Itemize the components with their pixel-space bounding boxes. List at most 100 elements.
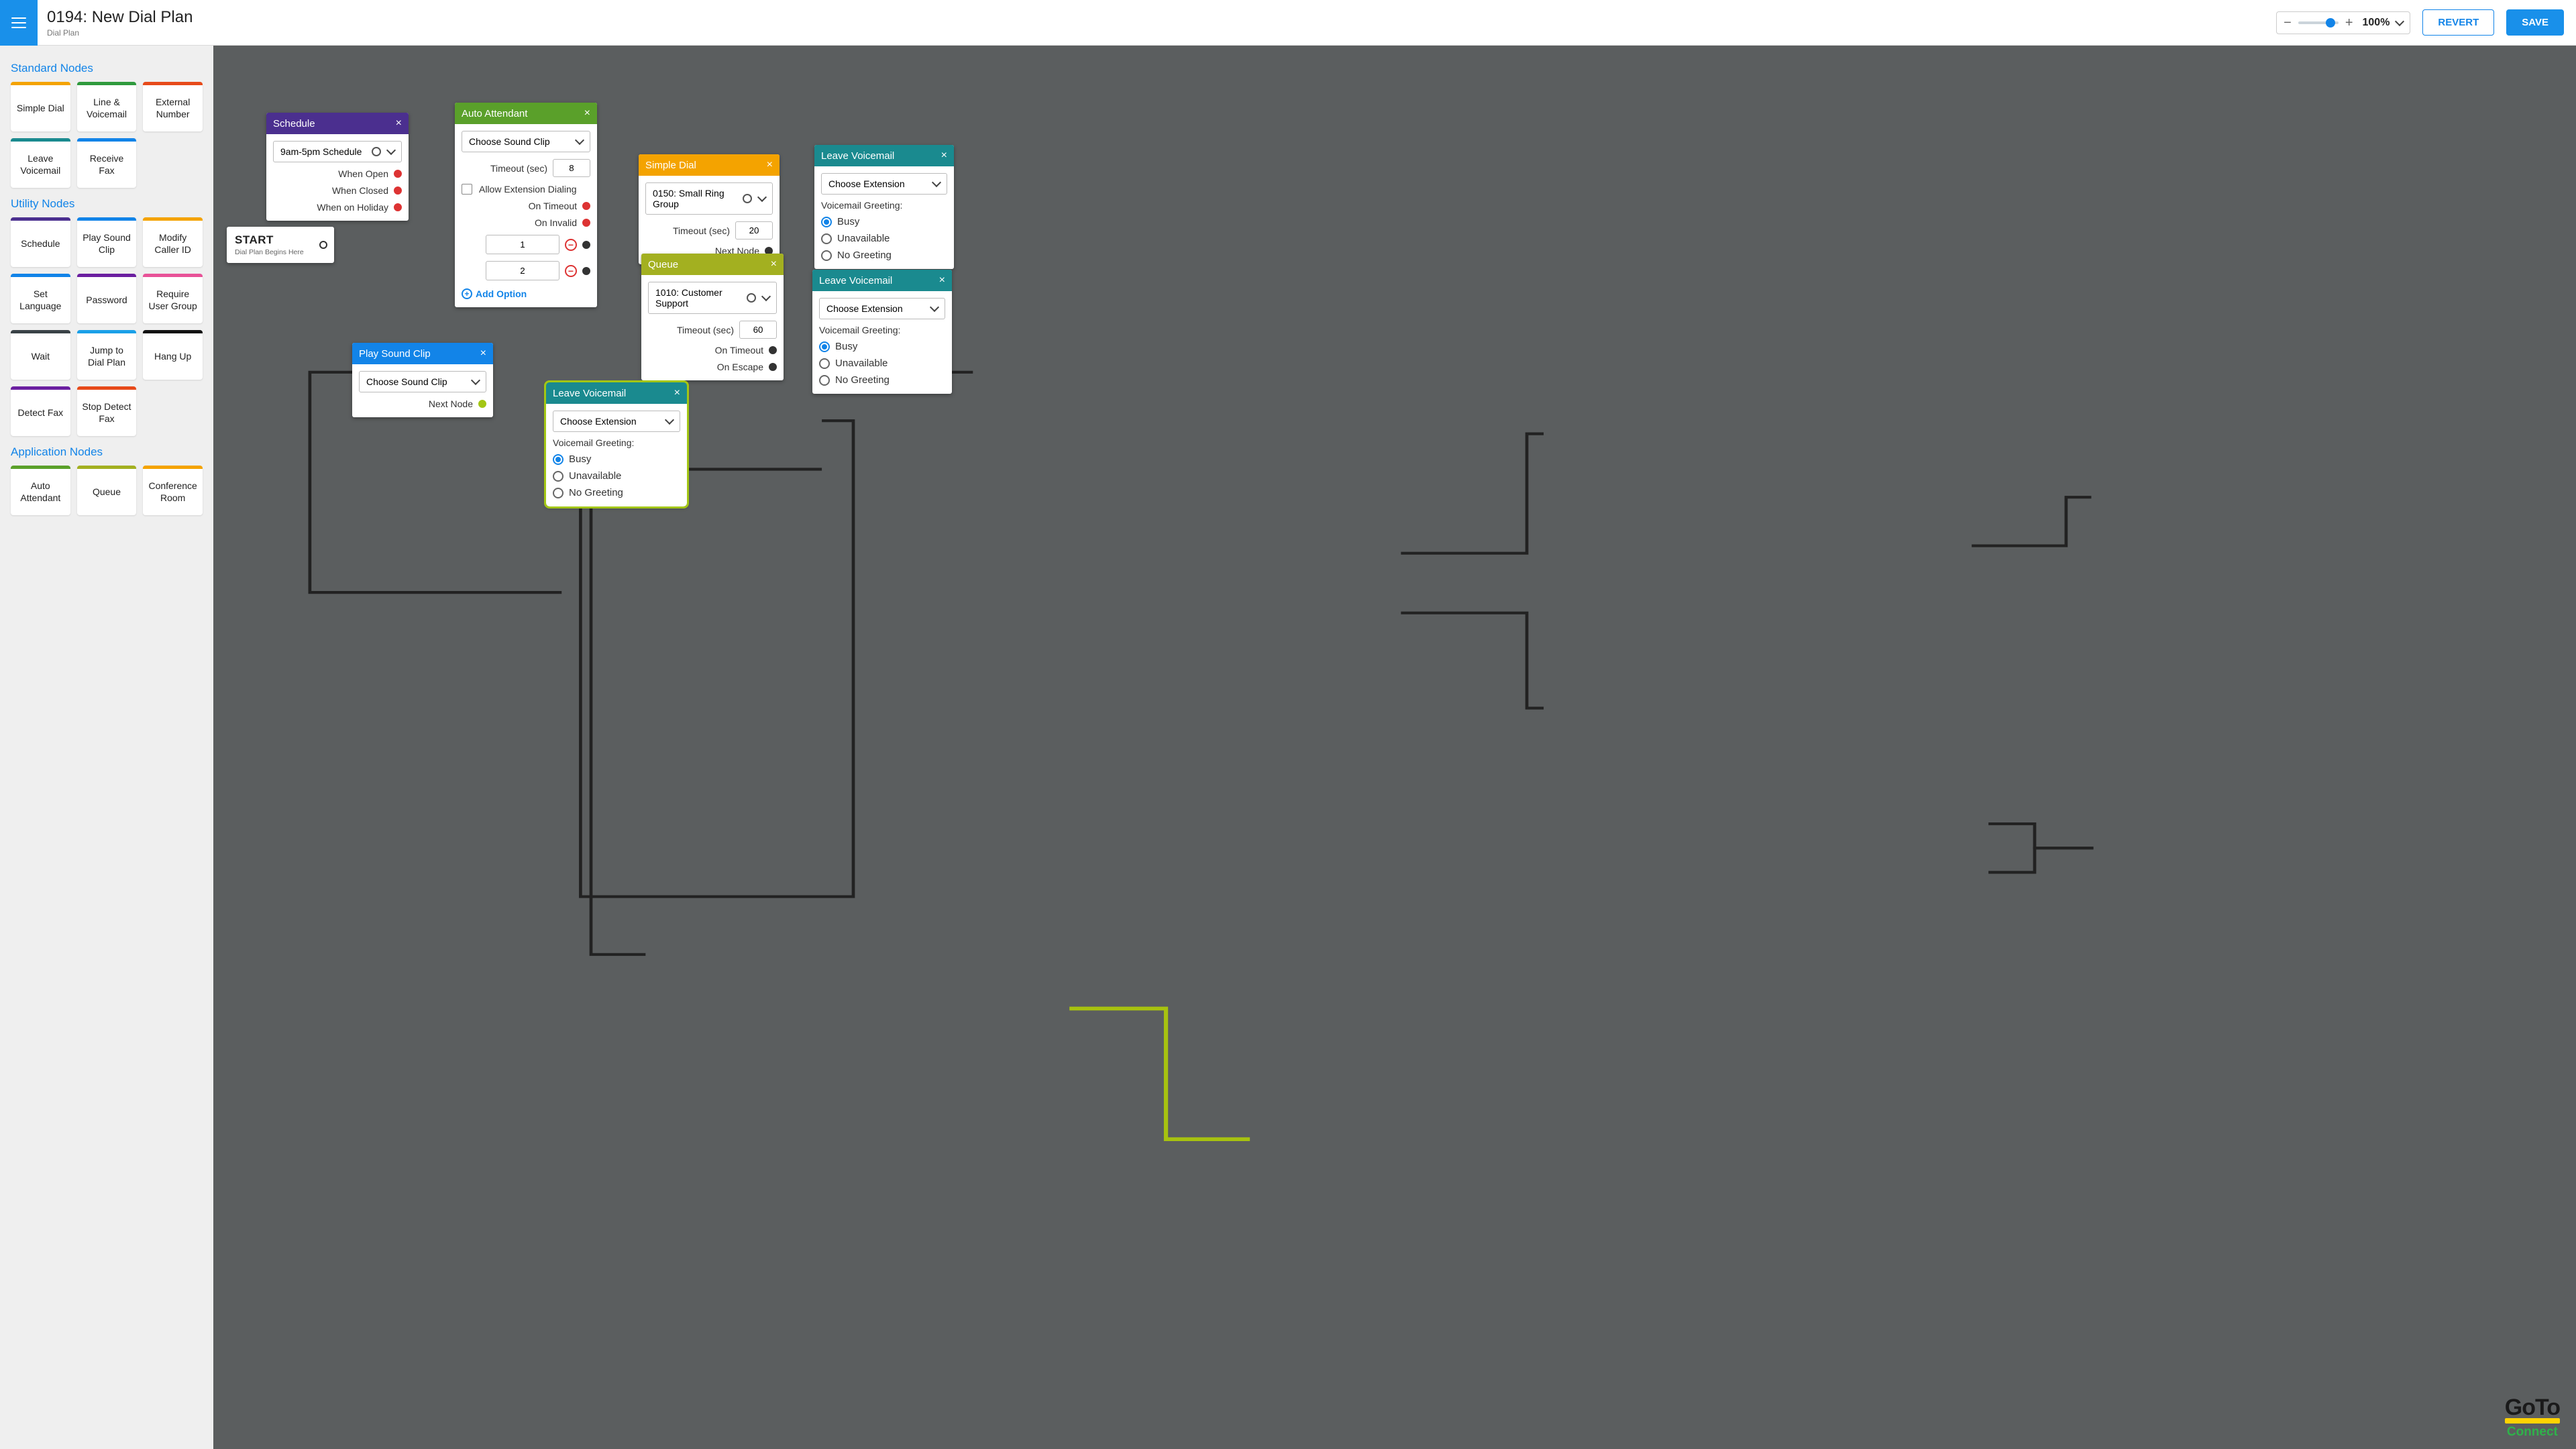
save-button[interactable]: SAVE <box>2506 9 2564 36</box>
radio-no-greeting[interactable] <box>819 375 830 386</box>
zoom-in-button[interactable]: + <box>2345 16 2353 30</box>
close-icon[interactable]: × <box>941 150 947 162</box>
revert-button[interactable]: REVERT <box>2422 9 2494 36</box>
auto-attendant-node[interactable]: Auto Attendant × Choose Sound Clip Timeo… <box>455 103 597 307</box>
link-icon <box>372 147 381 156</box>
chevron-down-icon <box>761 292 771 301</box>
node-title: Queue <box>648 259 678 270</box>
port[interactable] <box>582 267 590 275</box>
remove-icon[interactable]: − <box>565 239 577 251</box>
leave-voicemail-node[interactable]: Leave Voicemail × Choose Extension Voice… <box>814 145 954 269</box>
node-title: Leave Voicemail <box>553 388 626 399</box>
port[interactable] <box>478 400 486 408</box>
simple-dial-node[interactable]: Simple Dial × 0150: Small Ring Group Tim… <box>639 154 780 264</box>
timeout-input[interactable] <box>553 159 590 177</box>
close-icon[interactable]: × <box>396 117 402 129</box>
canvas[interactable]: START Dial Plan Begins Here Schedule × 9… <box>213 46 2576 1449</box>
zoom-control: − + 100% <box>2276 11 2410 34</box>
palette-item[interactable]: Set Language <box>11 274 70 323</box>
port[interactable] <box>769 363 777 371</box>
extension-select[interactable]: Choose Extension <box>553 411 680 432</box>
zoom-slider[interactable] <box>2298 21 2339 24</box>
chevron-down-icon[interactable] <box>2395 16 2404 25</box>
palette-item[interactable]: Modify Caller ID <box>143 217 203 267</box>
radio-no-greeting[interactable] <box>821 250 832 261</box>
radio-unavailable[interactable] <box>553 471 564 482</box>
chevron-down-icon <box>932 178 941 187</box>
greeting-label: Voicemail Greeting: <box>819 325 945 335</box>
palette-item[interactable]: Queue <box>77 466 137 515</box>
schedule-node[interactable]: Schedule × 9am-5pm Schedule When Open Wh… <box>266 113 409 221</box>
start-node[interactable]: START Dial Plan Begins Here <box>227 227 334 263</box>
remove-icon[interactable]: − <box>565 265 577 277</box>
radio-unavailable[interactable] <box>821 233 832 244</box>
plus-icon: + <box>462 288 472 299</box>
chevron-down-icon <box>757 193 767 202</box>
node-title: Leave Voicemail <box>821 150 894 162</box>
close-icon[interactable]: × <box>767 159 773 171</box>
close-icon[interactable]: × <box>771 258 777 270</box>
palette-item[interactable]: Schedule <box>11 217 70 267</box>
menu-button[interactable] <box>0 0 38 46</box>
port[interactable] <box>582 202 590 210</box>
port[interactable] <box>394 203 402 211</box>
add-option-button[interactable]: +Add Option <box>462 288 590 299</box>
chevron-down-icon <box>575 136 584 145</box>
port[interactable] <box>319 241 327 249</box>
port[interactable] <box>769 346 777 354</box>
play-sound-node[interactable]: Play Sound Clip × Choose Sound Clip Next… <box>352 343 493 417</box>
palette-item[interactable]: External Number <box>143 82 203 131</box>
palette-item[interactable]: Auto Attendant <box>11 466 70 515</box>
extension-select[interactable]: Choose Extension <box>819 298 945 319</box>
palette-item[interactable]: Stop Detect Fax <box>77 386 137 436</box>
port[interactable] <box>582 241 590 249</box>
radio-busy[interactable] <box>821 217 832 227</box>
close-icon[interactable]: × <box>674 387 680 399</box>
queue-node[interactable]: Queue × 1010: Customer Support Timeout (… <box>641 254 784 380</box>
port[interactable] <box>394 186 402 195</box>
radio-no-greeting[interactable] <box>553 488 564 498</box>
zoom-value: 100% <box>2363 17 2390 29</box>
node-title: Schedule <box>273 118 315 129</box>
palette-item[interactable]: Password <box>77 274 137 323</box>
radio-busy[interactable] <box>819 341 830 352</box>
palette-item[interactable]: Detect Fax <box>11 386 70 436</box>
sound-select[interactable]: Choose Sound Clip <box>462 131 590 152</box>
radio-busy[interactable] <box>553 454 564 465</box>
palette-item[interactable]: Wait <box>11 330 70 380</box>
dial-select[interactable]: 0150: Small Ring Group <box>645 182 773 215</box>
allow-ext-checkbox[interactable] <box>462 184 472 195</box>
extension-select[interactable]: Choose Extension <box>821 173 947 195</box>
timeout-input[interactable] <box>739 321 777 339</box>
port[interactable] <box>582 219 590 227</box>
option-input[interactable] <box>486 261 559 280</box>
timeout-input[interactable] <box>735 221 773 239</box>
palette-item[interactable]: Simple Dial <box>11 82 70 131</box>
palette-item[interactable]: Play Sound Clip <box>77 217 137 267</box>
hamburger-icon <box>11 17 26 28</box>
close-icon[interactable]: × <box>480 347 486 360</box>
palette-item[interactable]: Conference Room <box>143 466 203 515</box>
sound-select[interactable]: Choose Sound Clip <box>359 371 486 392</box>
start-title: START <box>235 233 326 247</box>
close-icon[interactable]: × <box>584 107 590 119</box>
schedule-select[interactable]: 9am-5pm Schedule <box>273 141 402 162</box>
port[interactable] <box>394 170 402 178</box>
greeting-label: Voicemail Greeting: <box>553 437 680 448</box>
palette-item[interactable]: Hang Up <box>143 330 203 380</box>
queue-select[interactable]: 1010: Customer Support <box>648 282 777 314</box>
leave-voicemail-node[interactable]: Leave Voicemail × Choose Extension Voice… <box>812 270 952 394</box>
branding: GoTo Connect <box>2505 1395 2560 1440</box>
page-subtitle: Dial Plan <box>47 28 193 38</box>
palette-item[interactable]: Require User Group <box>143 274 203 323</box>
node-title: Play Sound Clip <box>359 348 431 360</box>
option-input[interactable] <box>486 235 559 254</box>
palette-item[interactable]: Leave Voicemail <box>11 138 70 188</box>
palette-item[interactable]: Jump to Dial Plan <box>77 330 137 380</box>
palette-item[interactable]: Receive Fax <box>77 138 137 188</box>
palette-item[interactable]: Line & Voicemail <box>77 82 137 131</box>
radio-unavailable[interactable] <box>819 358 830 369</box>
close-icon[interactable]: × <box>939 274 945 286</box>
zoom-out-button[interactable]: − <box>2284 16 2292 30</box>
leave-voicemail-node[interactable]: Leave Voicemail × Choose Extension Voice… <box>546 382 687 506</box>
